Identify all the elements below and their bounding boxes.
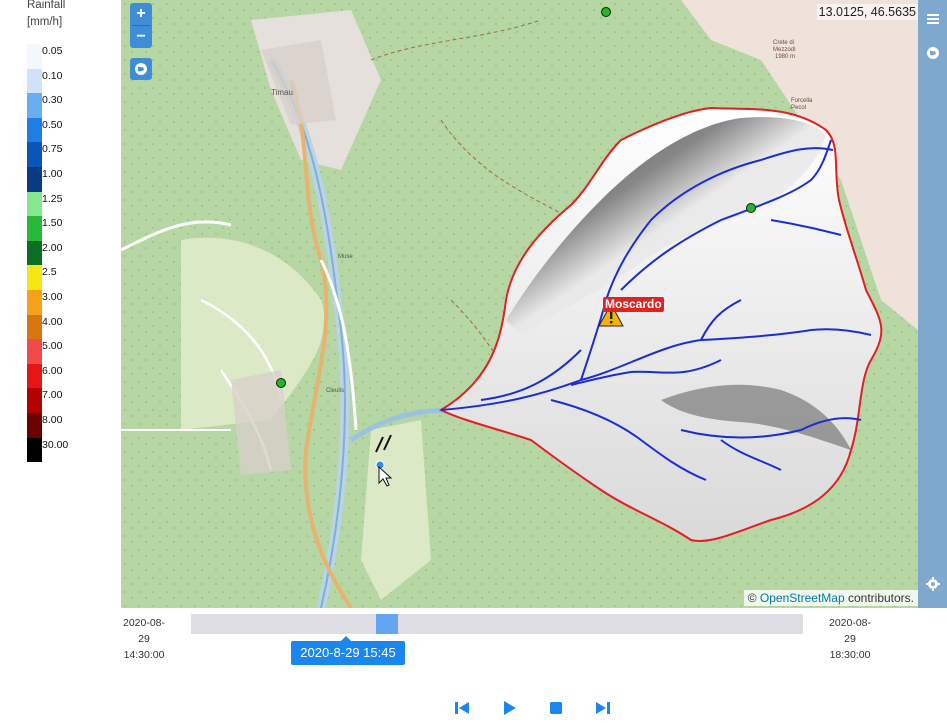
station-marker[interactable] [746,203,756,213]
start-time: 14:30:00 [123,649,165,661]
map-label: Forcella [791,98,813,104]
map-basemap[interactable]: Crete di Mezzodì 1980 m Forcella Pecol T… [121,0,918,608]
legend-label: 0.30 [42,94,63,107]
station-marker[interactable] [276,378,286,388]
timeline-start-label: 2020-08- 29 14:30:00 [121,615,167,663]
play-icon[interactable] [500,699,518,717]
reset-view-button[interactable] [130,58,152,80]
legend-title-unit: [mm/h] [27,16,63,28]
legend-swatch [27,363,42,389]
legend-label: 6.00 [42,364,63,377]
skip-forward-icon[interactable] [594,699,612,717]
end-time: 18:30:00 [829,649,871,661]
legend-swatch [27,93,42,118]
map-attribution: © OpenStreetMap contributors. [743,590,918,606]
current-time-label: 2020-8-29 15:45 [291,636,405,665]
attribution-symbol: © [747,591,757,605]
map-label: 1980 m [775,54,795,60]
legend-label: 0.75 [42,143,63,156]
legend-label: 2.5 [42,266,57,279]
map-view[interactable]: Crete di Mezzodì 1980 m Forcella Pecol T… [121,0,918,608]
time-slider-panel: 2020-08- 29 14:30:00 2020-08- 29 18:30:0… [121,608,947,723]
legend-label: 8.00 [42,413,63,426]
end-day: 29 [844,633,856,645]
legend-label: 7.00 [42,389,63,402]
station-marker[interactable] [601,7,611,17]
legend-label: 5.00 [42,340,63,353]
warning-label: Moscardo [603,297,664,312]
legend-label: 0.50 [42,118,63,131]
timeline-end-label: 2020-08- 29 18:30:00 [824,615,876,663]
map-label: Pecol [791,105,806,111]
legend-swatch [27,68,42,94]
globe-icon [135,63,147,75]
legend-label: 1.25 [42,192,63,205]
legend-swatch [27,44,42,69]
legend-title-line1: Rainfall [27,0,66,11]
legend-swatch [27,117,42,143]
map-label: Cleulis [326,388,344,394]
end-date: 2020-08- [828,617,872,629]
skip-back-icon[interactable] [453,699,471,717]
legend-label: 2.00 [42,241,63,254]
zoom-control: + − [130,3,152,48]
attribution-text: contributors. [847,591,914,605]
start-date: 2020-08- [122,617,166,629]
legend-label: 1.00 [42,167,63,180]
legend-label: 1.50 [42,217,63,230]
legend-swatch [27,388,42,413]
legend-swatch [27,314,42,340]
legend-swatch [27,412,42,438]
zoom-out-button[interactable]: − [130,26,152,48]
legend-swatch [27,437,42,463]
legend-swatch [27,191,42,217]
legend-label: 3.00 [42,290,63,303]
legend-label: 0.05 [42,45,63,57]
legend-swatch [27,142,42,167]
legend-swatch [27,166,42,192]
start-day: 29 [138,633,150,645]
time-slider-thumb[interactable] [375,614,398,634]
map-label: Muse [338,254,353,260]
legend-swatch [27,240,42,266]
map-label: Timau [271,88,293,97]
right-toolbar [918,0,947,608]
coordinate-readout: 13.0125, 46.5635 [816,4,918,20]
rainfall-legend: Rainfall [mm/h] 0.05 0.10 0.30 0.50 0.75 1.00… [0,0,121,470]
gear-icon[interactable] [925,576,941,592]
legend-label: 30.00 [42,438,69,451]
legend-swatch [27,289,42,315]
openstreetmap-link[interactable]: OpenStreetMap [760,591,845,605]
legend-label: 4.00 [42,315,63,328]
legend-swatch [27,216,42,241]
legend-title: Rainfall [mm/h] [27,0,65,31]
time-slider-track[interactable] [191,614,803,634]
stop-icon[interactable] [547,699,565,717]
legend-swatch [27,339,42,364]
zoom-in-button[interactable]: + [130,3,152,25]
menu-icon[interactable] [925,11,941,27]
map-label: Mezzodì [773,47,796,53]
legend-label: 0.10 [42,69,63,82]
legend-swatch [27,265,42,290]
map-label: Crete di [773,40,794,46]
globe-icon[interactable] [925,45,941,61]
